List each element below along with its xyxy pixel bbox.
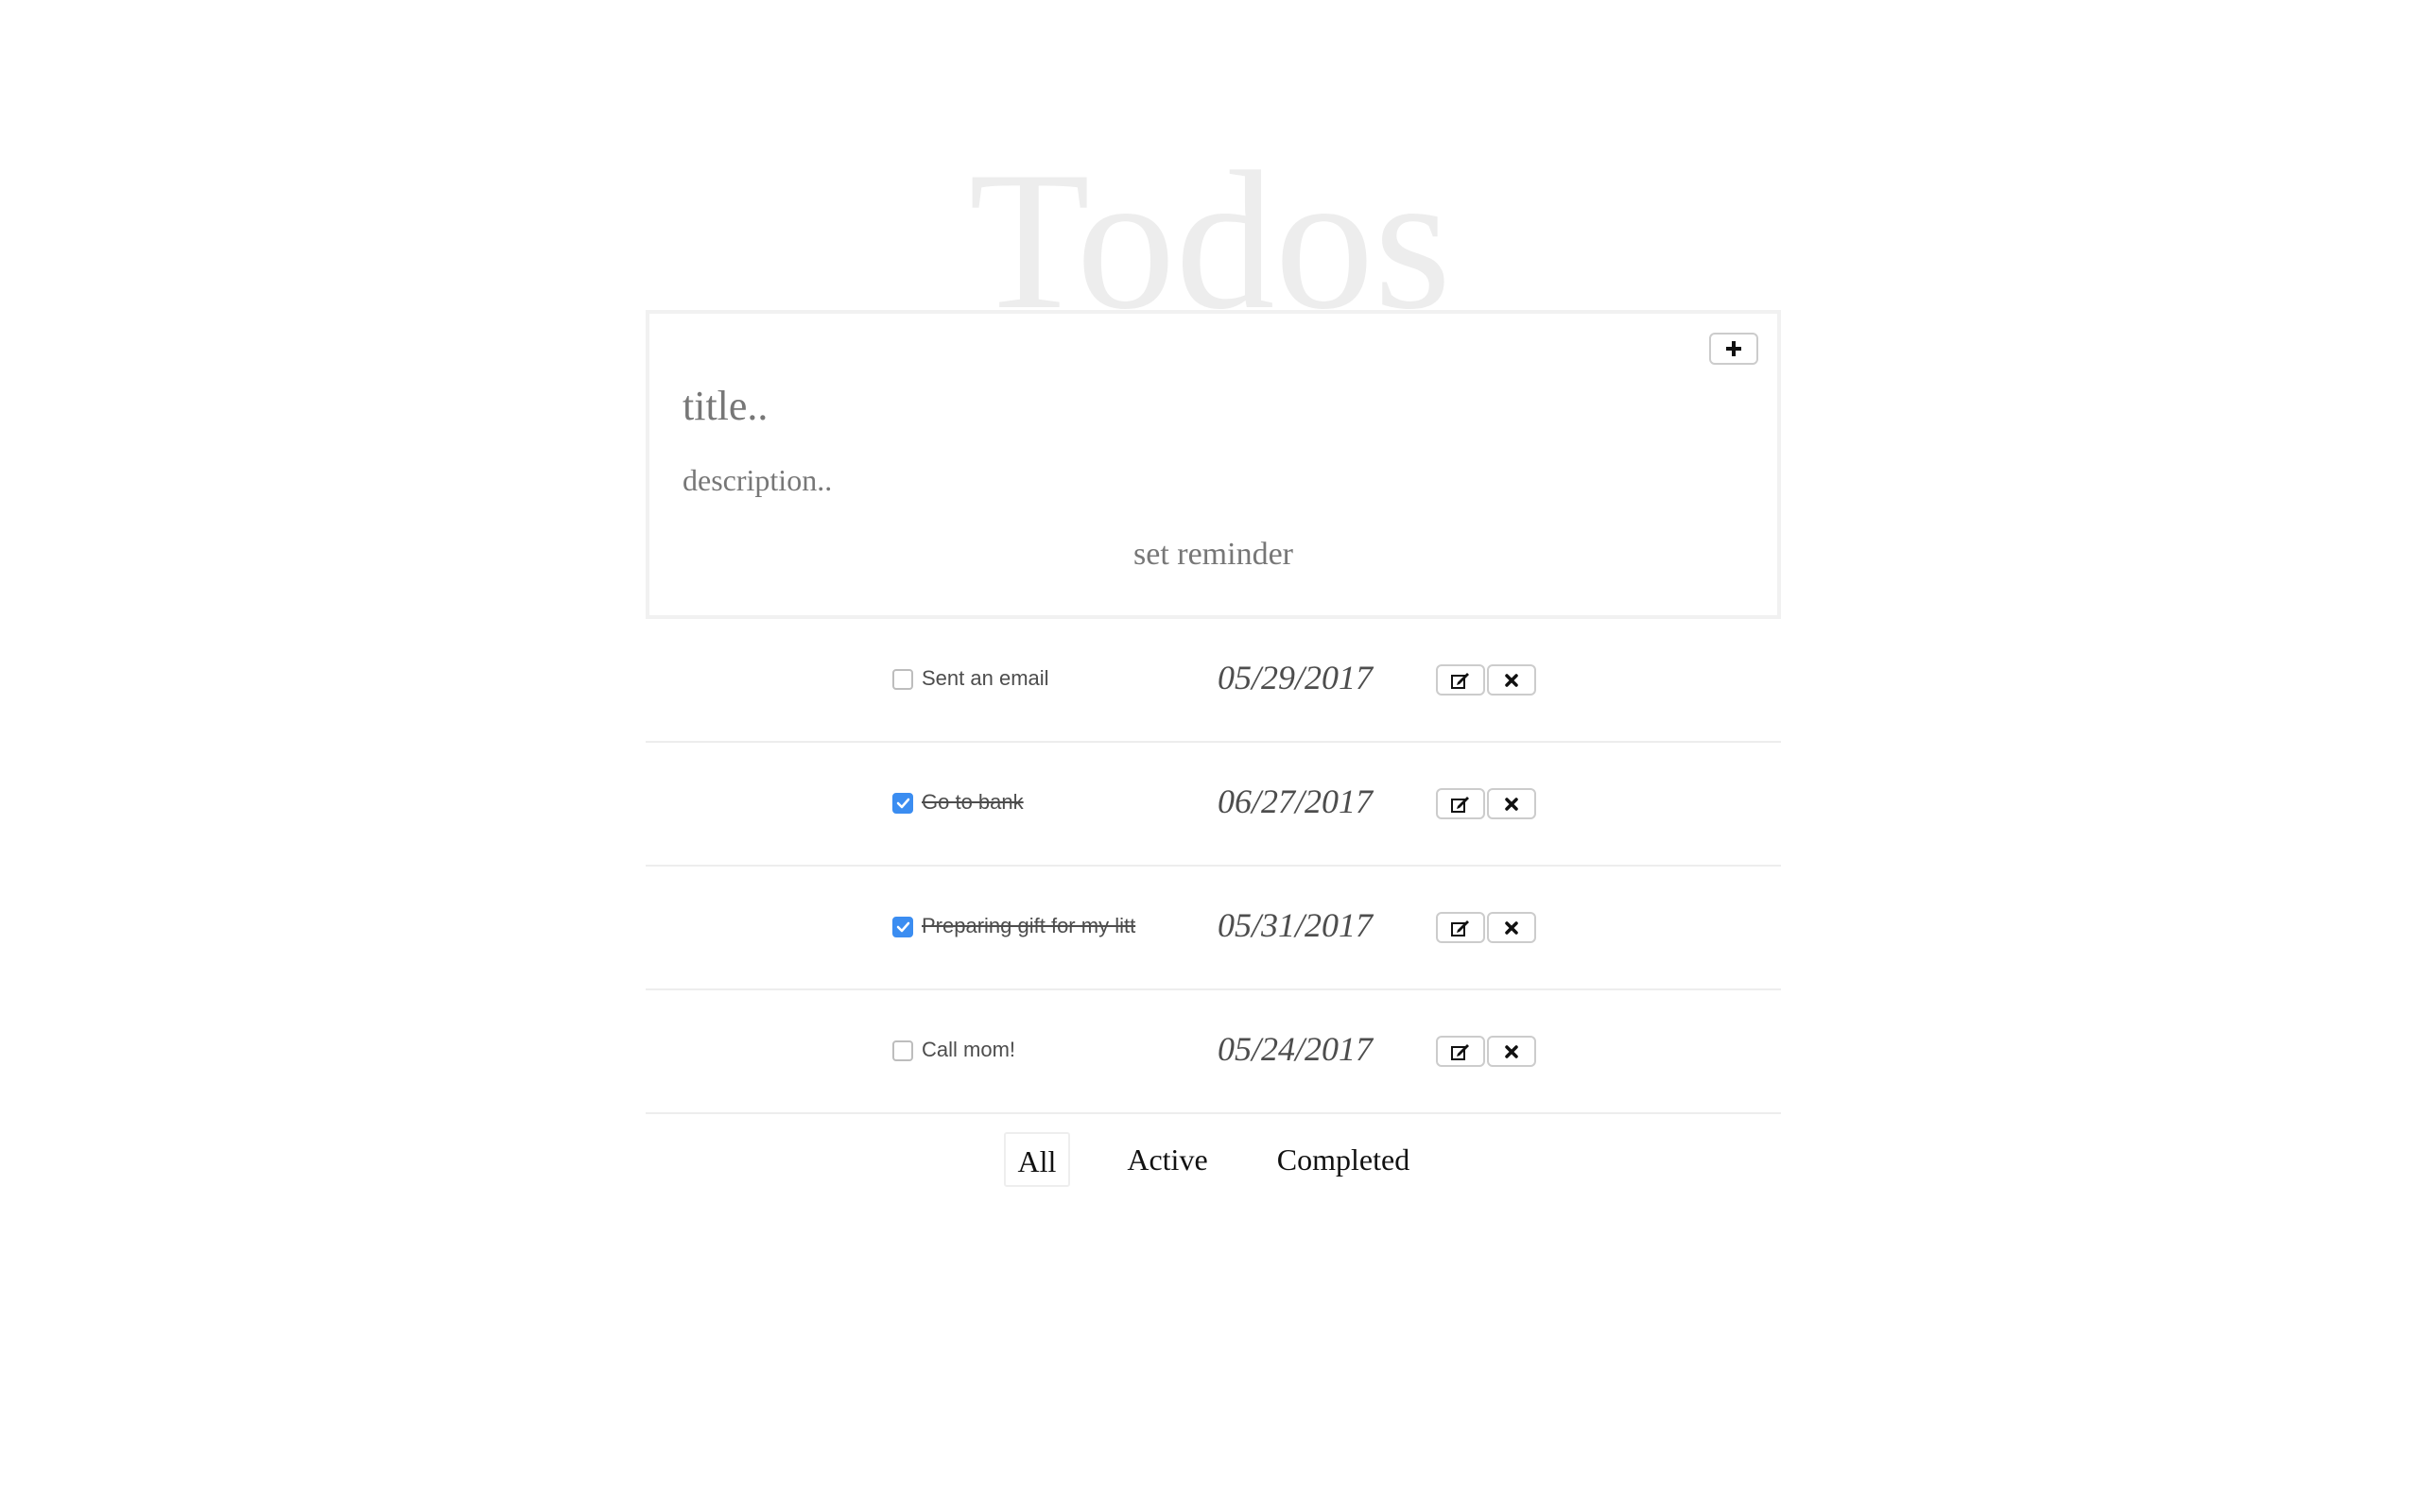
edit-button[interactable] (1436, 912, 1485, 943)
todo-app: Todos set reminder Sent an email 05/29/2… (0, 0, 2420, 1512)
checkmark-icon (896, 921, 910, 933)
delete-button[interactable] (1487, 788, 1536, 819)
filter-all[interactable]: All (1004, 1132, 1070, 1187)
todo-date: 06/27/2017 (1218, 782, 1374, 820)
close-icon (1505, 673, 1518, 687)
edit-icon (1451, 672, 1469, 689)
todo-item: Go to bank 06/27/2017 (646, 743, 1781, 867)
todo-title: Call mom! (922, 1038, 1016, 1061)
todo-item: Preparing gift for my litt 05/31/2017 (646, 867, 1781, 990)
todo-title: Go to bank (922, 790, 1024, 814)
todo-checkbox[interactable] (892, 917, 913, 937)
title-input[interactable] (683, 382, 1628, 430)
edit-button[interactable] (1436, 1036, 1485, 1067)
todo-checkbox[interactable] (892, 1040, 913, 1061)
delete-button[interactable] (1487, 1036, 1536, 1067)
close-icon (1505, 1044, 1518, 1058)
add-todo-button[interactable] (1709, 333, 1758, 365)
checkmark-icon (896, 798, 910, 809)
filter-active[interactable]: Active (1115, 1132, 1219, 1187)
plus-icon (1726, 341, 1741, 356)
edit-icon (1451, 1043, 1469, 1060)
set-reminder-button[interactable]: set reminder (649, 537, 1777, 573)
edit-icon (1451, 919, 1469, 936)
edit-button[interactable] (1436, 664, 1485, 696)
todo-date: 05/24/2017 (1218, 1030, 1374, 1068)
edit-icon (1451, 796, 1469, 813)
todo-checkbox[interactable] (892, 793, 913, 814)
todo-date: 05/31/2017 (1218, 906, 1374, 944)
close-icon (1505, 920, 1518, 935)
filter-completed[interactable]: Completed (1263, 1132, 1424, 1187)
close-icon (1505, 797, 1518, 811)
todo-list: Sent an email 05/29/2017 Go to bank 06/2… (646, 619, 1781, 1114)
new-todo-form: set reminder (646, 310, 1781, 619)
edit-button[interactable] (1436, 788, 1485, 819)
todo-checkbox[interactable] (892, 669, 913, 690)
delete-button[interactable] (1487, 912, 1536, 943)
filter-bar: All Active Completed (0, 1132, 2420, 1189)
todo-title: Sent an email (922, 666, 1049, 690)
todo-title: Preparing gift for my litt (922, 914, 1136, 937)
todo-item: Call mom! 05/24/2017 (646, 990, 1781, 1114)
description-input[interactable] (683, 463, 1628, 498)
todo-item: Sent an email 05/29/2017 (646, 619, 1781, 743)
todo-date: 05/29/2017 (1218, 659, 1374, 696)
delete-button[interactable] (1487, 664, 1536, 696)
